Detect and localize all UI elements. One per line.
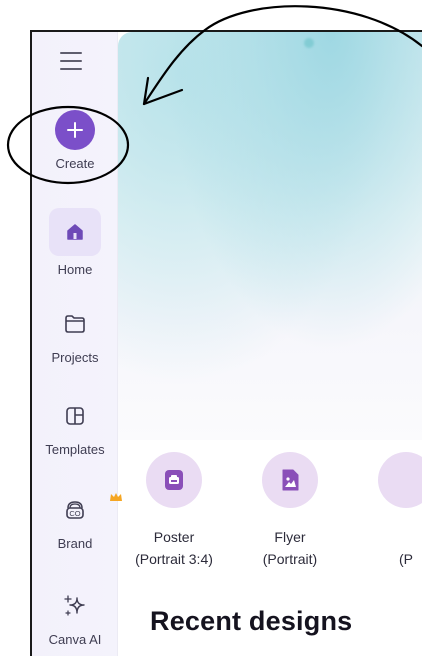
- home-icon: [49, 208, 101, 256]
- sidebar-item-label: Templates: [45, 442, 105, 457]
- sidebar-item-label: Create: [55, 156, 95, 171]
- hero-decoration: [304, 38, 314, 48]
- templates-icon: [55, 396, 95, 436]
- sidebar-item-templates[interactable]: Templates: [32, 396, 118, 457]
- sidebar-item-label: Canva AI: [48, 632, 102, 647]
- quick-create-row: Poster (Portrait 3:4) Flyer (Portrait) (…: [118, 452, 422, 582]
- sidebar-item-canva-ai[interactable]: Canva AI: [32, 586, 118, 647]
- quick-create-sublabel: (Portrait): [262, 551, 318, 567]
- flyer-icon[interactable]: [262, 452, 318, 508]
- quick-create-poster[interactable]: Poster (Portrait 3:4): [114, 452, 234, 570]
- brand-icon: CO: [55, 490, 122, 530]
- section-title-recent: Recent designs: [150, 606, 353, 636]
- hero-banner: [118, 32, 422, 440]
- quick-create-label: Flyer: [274, 529, 306, 545]
- sidebar-item-create[interactable]: Create: [32, 110, 118, 171]
- sidebar-item-label: Home: [57, 262, 93, 277]
- sidebar-item-brand[interactable]: CO Brand: [32, 490, 122, 551]
- svg-text:CO: CO: [69, 509, 80, 518]
- quick-create-icon[interactable]: [378, 452, 422, 508]
- quick-create-flyer[interactable]: Flyer (Portrait): [230, 452, 350, 570]
- sparkles-icon: [55, 586, 95, 626]
- sidebar-item-projects[interactable]: Projects: [32, 304, 118, 365]
- plus-icon[interactable]: [55, 110, 95, 150]
- sidebar-item-label: Projects: [51, 350, 99, 365]
- quick-create-partial[interactable]: (P: [346, 452, 422, 570]
- sidebar-item-label: Brand: [57, 536, 93, 551]
- quick-create-sublabel: (Portrait 3:4): [135, 551, 213, 567]
- app-window: Create Home Projects Templates CO Brand …: [30, 30, 422, 656]
- quick-create-sublabel: (P: [399, 551, 413, 567]
- quick-create-label: Poster: [153, 529, 195, 545]
- sidebar-item-home[interactable]: Home: [32, 208, 118, 277]
- sidebar: Create Home Projects Templates CO Brand …: [32, 32, 122, 656]
- quick-create-label: [399, 526, 413, 548]
- poster-icon[interactable]: [146, 452, 202, 508]
- folder-icon: [55, 304, 95, 344]
- menu-icon[interactable]: [60, 52, 82, 70]
